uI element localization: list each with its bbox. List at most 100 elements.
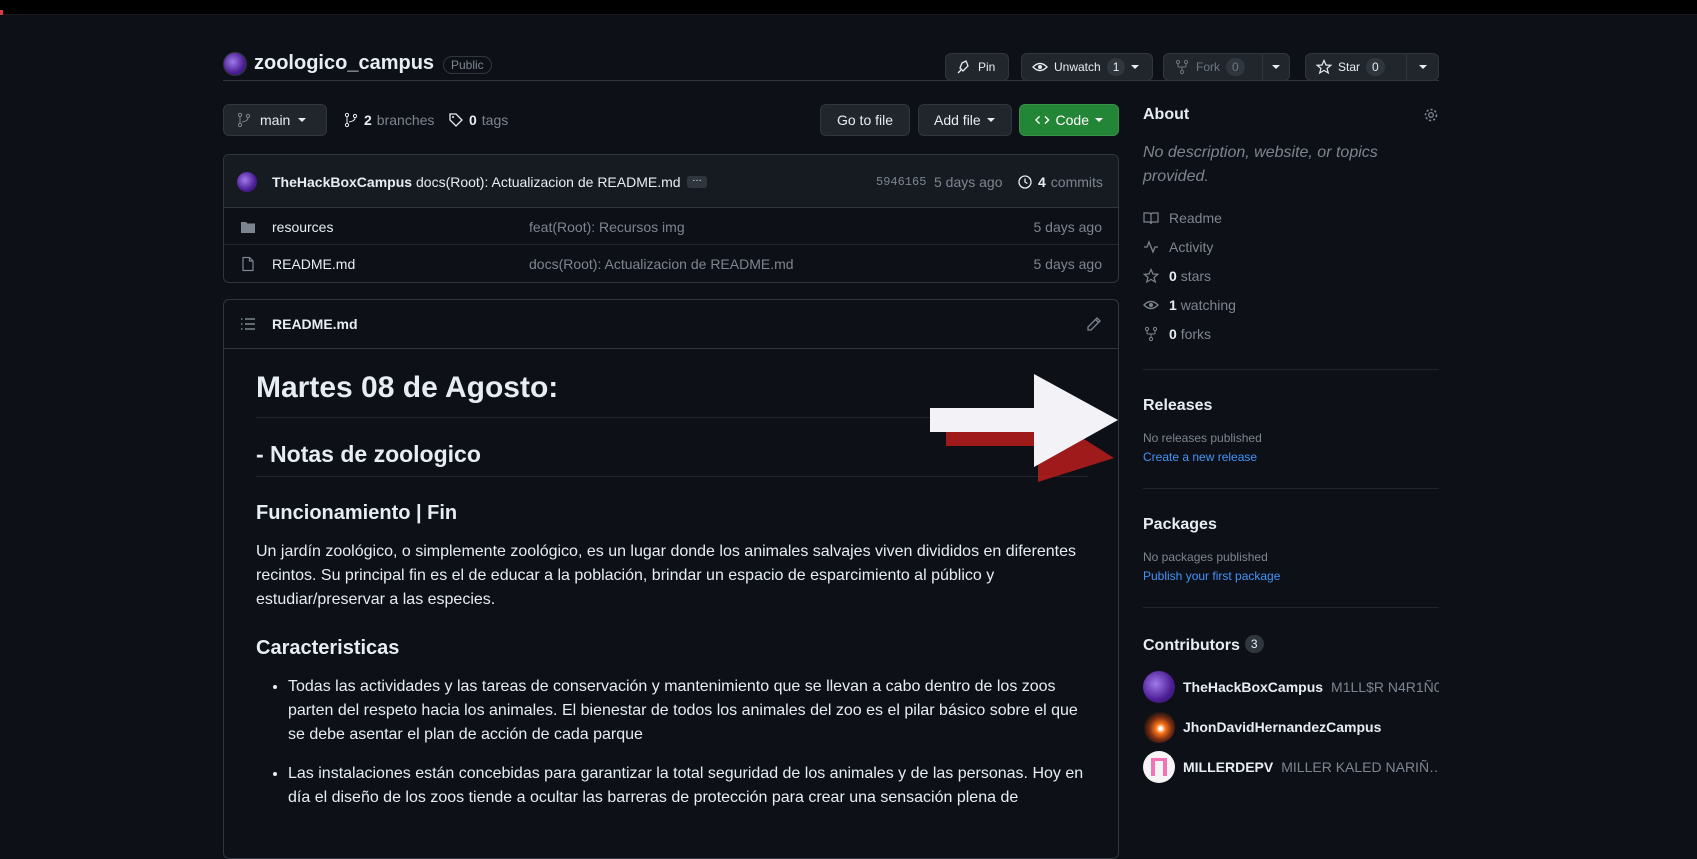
repo-header: zoologico_campus Public Pin Unwatch 1 Fo… (223, 35, 1439, 81)
publish-package-link[interactable]: Publish your first package (1143, 569, 1439, 583)
tab-indicator (0, 10, 3, 15)
watch-count: 1 (1106, 58, 1126, 76)
owner-avatar[interactable] (223, 52, 247, 76)
fork-icon (1175, 59, 1189, 75)
star-icon (1316, 59, 1332, 75)
branch-icon (344, 112, 358, 128)
eye-icon (1143, 300, 1159, 309)
gear-icon[interactable] (1423, 107, 1439, 123)
chevron-down-icon (1418, 65, 1427, 69)
commit-expand-button[interactable]: … (687, 174, 707, 188)
visibility-badge: Public (443, 56, 492, 74)
fork-count: 0 (1226, 58, 1245, 76)
create-release-link[interactable]: Create a new release (1143, 450, 1439, 464)
contributor-item[interactable]: JhonDavidHernandezCampus (1143, 707, 1439, 747)
commit-message[interactable]: docs(Root): Actualizacion de README.md (416, 174, 681, 190)
contributors-count: 3 (1244, 635, 1264, 653)
latest-commit-row: TheHackBoxCampus docs(Root): Actualizaci… (224, 155, 1118, 208)
watching-link[interactable]: 1 watching (1143, 290, 1439, 319)
packages-empty: No packages published (1143, 550, 1268, 564)
pin-icon (957, 60, 969, 74)
sidebar-divider (1143, 369, 1439, 370)
star-icon (1143, 267, 1159, 283)
contributors-list: TheHackBoxCampus M1LL$R N4R1Ñ0 JhonDavid… (1143, 667, 1439, 787)
tags-count: 0 (469, 112, 477, 128)
activity-link[interactable]: Activity (1143, 232, 1439, 261)
forks-count: 0 (1169, 325, 1177, 342)
about-list: Readme Activity 0 stars 1 watching 0 for… (1143, 203, 1439, 348)
chevron-down-icon (1095, 118, 1103, 122)
tags-link[interactable]: 0 tags (448, 112, 508, 128)
contributor-name: MILLER KALED NARIÑ… (1281, 759, 1439, 775)
file-name[interactable]: README.md (272, 256, 355, 272)
go-to-file-button[interactable]: Go to file (820, 104, 910, 136)
pencil-icon[interactable] (1086, 316, 1102, 332)
readme-filename[interactable]: README.md (272, 316, 358, 332)
file-browser: TheHackBoxCampus docs(Root): Actualizaci… (223, 154, 1119, 283)
add-file-button[interactable]: Add file (918, 104, 1012, 136)
contributors-title[interactable]: Contributors (1143, 637, 1240, 654)
readme-heading-caracteristicas: Caracteristicas (256, 637, 400, 660)
book-icon (1143, 211, 1159, 224)
contributor-item[interactable]: MILLERDEPV MILLER KALED NARIÑ… (1143, 747, 1439, 787)
avatar (1143, 711, 1175, 743)
watching-count: 1 (1169, 296, 1177, 313)
readme-link[interactable]: Readme (1143, 203, 1439, 232)
file-commit-message[interactable]: feat(Root): Recursos img (529, 219, 685, 235)
annotation-arrow-icon (930, 374, 1118, 482)
stars-link[interactable]: 0 stars (1143, 261, 1439, 290)
branches-count: 2 (364, 112, 372, 128)
contributor-login: JhonDavidHernandezCampus (1183, 719, 1382, 735)
releases-empty: No releases published (1143, 431, 1262, 445)
stars-count: 0 (1169, 267, 1177, 284)
forks-label: forks (1180, 325, 1212, 342)
star-button[interactable]: Star 0 (1305, 53, 1407, 81)
list-icon[interactable] (240, 316, 256, 332)
readme-paragraph: Un jardín zoológico, o simplemente zooló… (256, 543, 1077, 609)
tag-icon (449, 113, 463, 127)
fork-dropdown-button[interactable] (1262, 53, 1290, 81)
history-icon (1018, 175, 1032, 189)
repo-name-link[interactable]: zoologico_campus (254, 52, 434, 75)
branches-link[interactable]: 2 branches (343, 112, 434, 128)
file-icon (242, 256, 254, 272)
watching-label: watching (1180, 296, 1236, 313)
commit-author-avatar[interactable] (237, 172, 257, 192)
file-name[interactable]: resources (272, 219, 333, 235)
releases-title[interactable]: Releases (1143, 397, 1439, 415)
about-description: No description, website, or topics provi… (1143, 144, 1378, 185)
commits-label: commits (1050, 174, 1103, 190)
chevron-down-icon (1131, 65, 1140, 69)
commit-sha[interactable]: 5946165 (876, 175, 926, 189)
fork-button[interactable]: Fork 0 (1163, 53, 1263, 81)
pin-button[interactable]: Pin (945, 53, 1009, 81)
file-commit-message[interactable]: docs(Root): Actualizacion de README.md (529, 256, 794, 272)
fork-label: Fork (1196, 60, 1220, 74)
chevron-down-icon (298, 118, 307, 122)
tags-label: tags (481, 112, 509, 128)
commit-author[interactable]: TheHackBoxCampus (272, 174, 412, 190)
forks-link[interactable]: 0 forks (1143, 319, 1439, 348)
pulse-icon (1144, 239, 1158, 254)
unwatch-button[interactable]: Unwatch 1 (1021, 53, 1153, 81)
fork-icon (1144, 326, 1158, 341)
branch-selector[interactable]: main (223, 104, 327, 136)
file-row[interactable]: resources feat(Root): Recursos img 5 day… (224, 208, 1118, 245)
repo-sidebar: About No description, website, or topics… (1143, 104, 1439, 787)
branch-icon (237, 112, 251, 128)
sidebar-divider (1143, 488, 1439, 489)
commits-link[interactable]: 4 commits (1017, 174, 1103, 190)
branches-label: branches (376, 112, 435, 128)
star-dropdown-button[interactable] (1406, 53, 1439, 81)
code-button[interactable]: Code (1019, 104, 1119, 136)
packages-title[interactable]: Packages (1143, 516, 1439, 534)
folder-icon (241, 222, 255, 233)
list-item: Todas las actividades y las tareas de co… (288, 675, 1088, 747)
contributor-item[interactable]: TheHackBoxCampus M1LL$R N4R1Ñ0 (1143, 667, 1439, 707)
code-icon (1035, 115, 1050, 125)
browser-top-strip (0, 0, 1697, 15)
star-count: 0 (1366, 58, 1385, 76)
file-row[interactable]: README.md docs(Root): Actualizacion de R… (224, 245, 1118, 282)
readme-label: Readme (1169, 209, 1222, 226)
contributors-header: Contributors 3 (1143, 635, 1439, 655)
